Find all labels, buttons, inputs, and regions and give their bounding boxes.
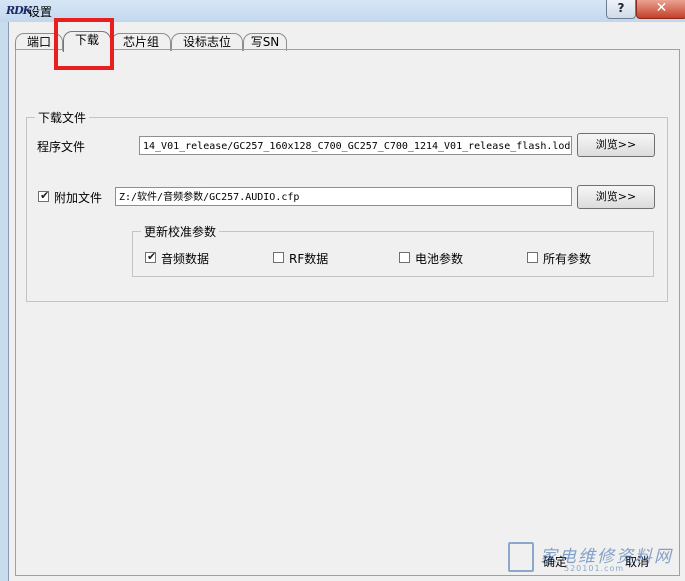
calibration-group: 更新校准参数 ✔ 音频数据 RF数据 电池参数 所有参数	[132, 223, 654, 277]
audio-data-label: 音频数据	[161, 252, 210, 266]
attach-file-field[interactable]: Z:/软件/音频参数/GC257.AUDIO.cfp	[115, 187, 572, 206]
browse-program-button[interactable]: 浏览>>	[577, 133, 655, 157]
audio-data-checkbox[interactable]: ✔	[145, 250, 157, 263]
watermark-sub: 520101.com	[564, 564, 625, 573]
all-params-label: 所有参数	[543, 252, 592, 266]
rf-data-checkbox[interactable]	[273, 252, 284, 263]
program-file-label: 程序文件	[37, 140, 86, 154]
attach-file-label: 附加文件	[54, 191, 103, 205]
check-icon: ✔	[40, 189, 50, 202]
check-icon: ✔	[147, 250, 157, 263]
window-title: 设置	[28, 5, 53, 19]
download-file-group-title: 下载文件	[35, 109, 90, 126]
watermark-logo-icon	[508, 542, 534, 572]
settings-dialog: 端口 下载 芯片组 设标志位 写SN 下载文件 程序文件 14_V01_rele…	[8, 22, 685, 581]
tab-content-panel: 下载文件 程序文件 14_V01_release/GC257_160x128_C…	[15, 49, 680, 576]
battery-params-checkbox[interactable]	[399, 252, 410, 263]
app-logo-icon: RDK	[6, 4, 32, 17]
calibration-group-title: 更新校准参数	[141, 223, 220, 240]
all-params-checkbox[interactable]	[527, 252, 538, 263]
help-button[interactable]: ?	[606, 0, 636, 19]
rf-data-label: RF数据	[289, 252, 329, 266]
download-file-group: 下载文件 程序文件 14_V01_release/GC257_160x128_C…	[26, 109, 668, 302]
browse-attach-button[interactable]: 浏览>>	[577, 185, 655, 209]
attach-file-checkbox[interactable]: ✔	[38, 189, 50, 202]
battery-params-label: 电池参数	[415, 252, 464, 266]
title-bar: RDK 设置 ? ✕	[0, 0, 685, 22]
close-button[interactable]: ✕	[636, 0, 685, 19]
watermark: 家电维修资料网 520101.com	[508, 540, 678, 578]
program-file-field[interactable]: 14_V01_release/GC257_160x128_C700_GC257_…	[139, 136, 572, 155]
tab-download[interactable]: 下载	[63, 31, 111, 52]
tab-bar: 端口 下载 芯片组 设标志位 写SN	[9, 22, 685, 52]
